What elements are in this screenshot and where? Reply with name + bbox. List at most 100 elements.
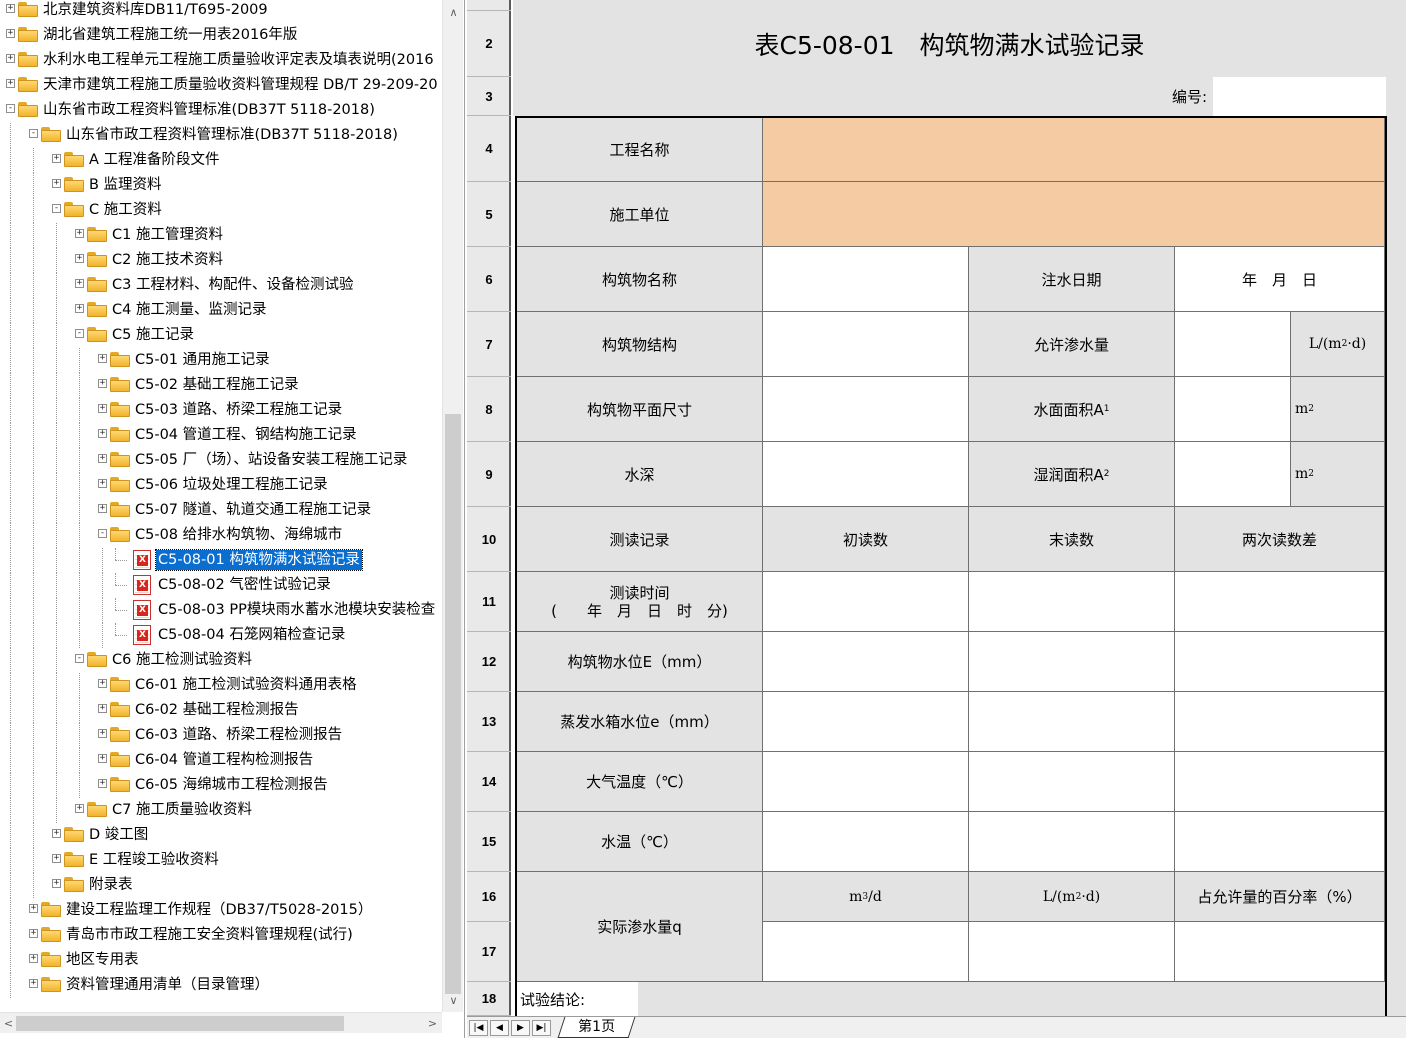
- expand-icon[interactable]: +: [52, 179, 61, 188]
- evap-level-final-field[interactable]: [969, 692, 1175, 752]
- tree-item[interactable]: + C4 施工测量、监测记录: [0, 298, 442, 323]
- row-number[interactable]: 9: [467, 442, 511, 507]
- expand-icon[interactable]: +: [98, 779, 107, 788]
- tree-item[interactable]: + C5-06 垃圾处理工程施工记录: [0, 473, 442, 498]
- tree-item-label[interactable]: D 竣工图: [87, 825, 150, 845]
- tree-item[interactable]: + C6-05 海绵城市工程检测报告: [0, 773, 442, 798]
- tree-item[interactable]: + D 竣工图: [0, 823, 442, 848]
- row-number[interactable]: [467, 0, 511, 11]
- tree-item-label[interactable]: 附录表: [87, 875, 135, 895]
- tree-item-label[interactable]: C 施工资料: [87, 200, 164, 220]
- tree-item[interactable]: + C6-01 施工检测试验资料通用表格: [0, 673, 442, 698]
- tree-item-label[interactable]: C5-06 垃圾处理工程施工记录: [133, 475, 330, 495]
- tree-item[interactable]: X C5-08-02 气密性试验记录: [0, 573, 442, 598]
- horizontal-scroll-thumb[interactable]: [16, 1016, 344, 1031]
- prev-sheet-button[interactable]: ◀: [490, 1020, 509, 1036]
- tree-item-label[interactable]: C5-08-03 PP模块雨水蓄水池模块安装检查: [156, 600, 437, 620]
- row-number[interactable]: 3: [467, 77, 511, 116]
- construction-unit-field[interactable]: [763, 182, 1385, 247]
- expand-icon[interactable]: +: [52, 829, 61, 838]
- tree-item[interactable]: + 建设工程监理工作规程（DB37/T5028-2015）: [0, 898, 442, 923]
- tree-item-label[interactable]: C6 施工检测试验资料: [110, 650, 254, 670]
- collapse-icon[interactable]: -: [75, 654, 84, 663]
- air-temp-final-field[interactable]: [969, 752, 1175, 812]
- tree-item-label[interactable]: C6-04 管道工程构检测报告: [133, 750, 315, 770]
- expand-icon[interactable]: +: [98, 429, 107, 438]
- row-number[interactable]: 17: [467, 922, 511, 982]
- row-1-cell[interactable]: [513, 0, 1386, 11]
- tree-item[interactable]: + 天津市建筑工程施工质量验收资料管理规程 DB/T 29-209-20: [0, 73, 442, 98]
- tree-item[interactable]: + C3 工程材料、构配件、设备检测试验: [0, 273, 442, 298]
- tree-item[interactable]: + C7 施工质量验收资料: [0, 798, 442, 823]
- tree-item[interactable]: + B 监理资料: [0, 173, 442, 198]
- tree-item-label[interactable]: 建设工程监理工作规程（DB37/T5028-2015）: [64, 900, 374, 920]
- tree-item-label[interactable]: C5-08 给排水构筑物、海绵城市: [133, 525, 344, 545]
- tree-item-label[interactable]: C5-07 隧道、轨道交通工程施工记录: [133, 500, 373, 520]
- expand-icon[interactable]: +: [98, 454, 107, 463]
- tree-item-label[interactable]: C5-04 管道工程、钢结构施工记录: [133, 425, 359, 445]
- row-number[interactable]: 16: [467, 872, 511, 922]
- depth-field[interactable]: [763, 442, 969, 507]
- tree-item-label[interactable]: C5-05 厂（场）、站设备安装工程施工记录: [133, 450, 409, 470]
- vertical-scroll-thumb[interactable]: [445, 414, 461, 994]
- tree-item[interactable]: - 山东省市政工程资料管理标准(DB37T 5118-2018): [0, 123, 442, 148]
- expand-icon[interactable]: +: [52, 854, 61, 863]
- tree-vertical-scrollbar[interactable]: ∧ ∨: [442, 0, 463, 1012]
- tree-item-label[interactable]: B 监理资料: [87, 175, 164, 195]
- tree-item[interactable]: + C5-07 隧道、轨道交通工程施工记录: [0, 498, 442, 523]
- tree-item[interactable]: + 湖北省建筑工程施工统一用表2016年版: [0, 23, 442, 48]
- collapse-icon[interactable]: -: [52, 204, 61, 213]
- expand-icon[interactable]: +: [98, 679, 107, 688]
- tree-item[interactable]: + C1 施工管理资料: [0, 223, 442, 248]
- water-area-field[interactable]: [1175, 377, 1291, 442]
- scroll-down-arrow-icon[interactable]: ∨: [443, 992, 464, 1009]
- last-sheet-button[interactable]: ▶|: [532, 1020, 551, 1036]
- project-name-field[interactable]: [763, 118, 1385, 182]
- row-number[interactable]: 7: [467, 312, 511, 377]
- tree-item[interactable]: + A 工程准备阶段文件: [0, 148, 442, 173]
- air-temp-initial-field[interactable]: [763, 752, 969, 812]
- tree-item-label[interactable]: A 工程准备阶段文件: [87, 150, 222, 170]
- tree-item[interactable]: + 水利水电工程单元工程施工质量验收评定表及填表说明(2016: [0, 48, 442, 73]
- tree-item[interactable]: - C5-08 给排水构筑物、海绵城市: [0, 523, 442, 548]
- tree-item-label[interactable]: C5-02 基础工程施工记录: [133, 375, 301, 395]
- row-number[interactable]: 2: [467, 11, 511, 77]
- tree-item[interactable]: - C 施工资料: [0, 198, 442, 223]
- tree-item-label[interactable]: C5-03 道路、桥梁工程施工记录: [133, 400, 344, 420]
- scroll-up-arrow-icon[interactable]: ∧: [443, 4, 464, 21]
- tree-item-label[interactable]: C5-08-04 石笼网箱检查记录: [156, 625, 347, 645]
- expand-icon[interactable]: +: [6, 54, 15, 63]
- water-temp-diff-field[interactable]: [1175, 812, 1385, 872]
- expand-icon[interactable]: +: [98, 404, 107, 413]
- l-per-m2-day-field[interactable]: [969, 922, 1175, 982]
- tree-item[interactable]: + 资料管理通用清单（目录管理）: [0, 973, 442, 998]
- plan-size-field[interactable]: [763, 377, 969, 442]
- expand-icon[interactable]: +: [75, 304, 84, 313]
- tree-item[interactable]: + C5-03 道路、桥梁工程施工记录: [0, 398, 442, 423]
- tree-item-label[interactable]: 青岛市市政工程施工安全资料管理规程(试行): [64, 925, 355, 945]
- water-level-initial-field[interactable]: [763, 632, 969, 692]
- expand-icon[interactable]: +: [75, 804, 84, 813]
- expand-icon[interactable]: +: [29, 954, 38, 963]
- tree-item[interactable]: + E 工程竣工验收资料: [0, 848, 442, 873]
- expand-icon[interactable]: +: [29, 979, 38, 988]
- expand-icon[interactable]: +: [98, 504, 107, 513]
- water-level-final-field[interactable]: [969, 632, 1175, 692]
- percent-allowed-field[interactable]: [1175, 922, 1385, 982]
- expand-icon[interactable]: +: [75, 254, 84, 263]
- tree-item[interactable]: X C5-08-03 PP模块雨水蓄水池模块安装检查: [0, 598, 442, 623]
- expand-icon[interactable]: +: [98, 379, 107, 388]
- first-sheet-button[interactable]: |◀: [469, 1020, 488, 1036]
- wet-area-field[interactable]: [1175, 442, 1291, 507]
- row-number[interactable]: 4: [467, 116, 511, 182]
- tree-item-label[interactable]: C7 施工质量验收资料: [110, 800, 254, 820]
- tree-item[interactable]: + C6-02 基础工程检测报告: [0, 698, 442, 723]
- expand-icon[interactable]: +: [6, 79, 15, 88]
- expand-icon[interactable]: +: [6, 4, 15, 13]
- conclusion-field[interactable]: [638, 982, 1385, 1016]
- tree-item-label[interactable]: 山东省市政工程资料管理标准(DB37T 5118-2018): [41, 100, 377, 120]
- tree-item[interactable]: + C2 施工技术资料: [0, 248, 442, 273]
- evap-level-initial-field[interactable]: [763, 692, 969, 752]
- tree-item[interactable]: - C6 施工检测试验资料: [0, 648, 442, 673]
- row-number[interactable]: 8: [467, 377, 511, 442]
